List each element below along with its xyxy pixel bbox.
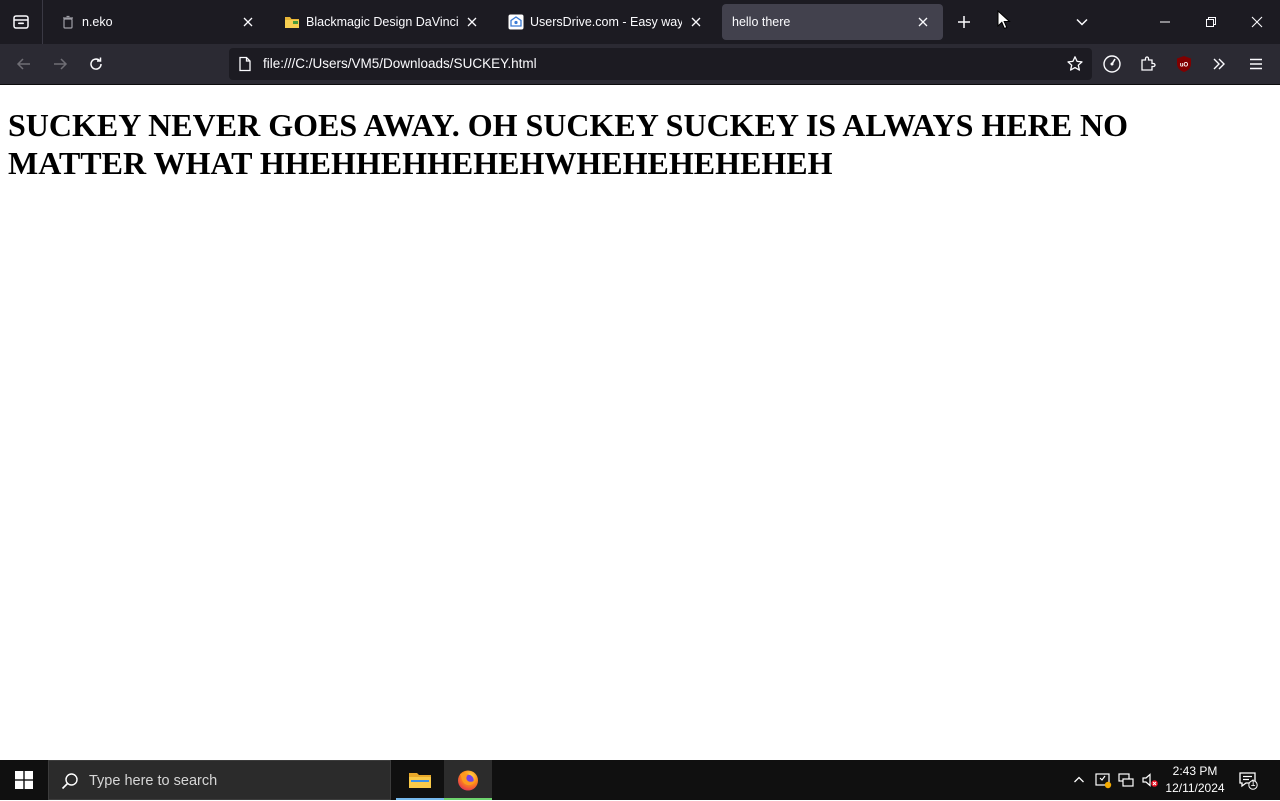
chevron-up-icon (1074, 776, 1084, 783)
taskbar-app-file-explorer[interactable] (396, 760, 444, 800)
forward-button[interactable] (44, 48, 76, 80)
speed-dial-icon (1103, 55, 1121, 73)
search-icon (61, 773, 78, 790)
minimize-icon (1160, 21, 1170, 23)
close-tab-icon[interactable] (238, 12, 258, 32)
reload-button[interactable] (80, 48, 112, 80)
tab-hello-there[interactable]: hello there (722, 4, 943, 40)
show-hidden-icons-button[interactable] (1069, 770, 1089, 790)
page-heading: SUCKEY NEVER GOES AWAY. OH SUCKEY SUCKEY… (8, 107, 1129, 181)
clock-date: 12/11/2024 (1165, 781, 1225, 795)
taskbar-app-firefox[interactable] (444, 760, 492, 800)
extension-button[interactable] (1096, 48, 1128, 80)
close-tab-icon[interactable] (462, 12, 482, 32)
tab-strip: n.eko Blackmagic Design DaVinci Res (0, 0, 1280, 44)
back-button[interactable] (8, 48, 40, 80)
search-placeholder: Type here to search (89, 773, 218, 789)
svg-text:uO: uO (1180, 63, 1189, 69)
tab-title: Blackmagic Design DaVinci Res (306, 15, 458, 29)
close-tab-icon[interactable] (913, 12, 933, 32)
tray-security-icon[interactable] (1093, 770, 1113, 790)
tab-title: n.eko (82, 15, 113, 29)
firefox-view-icon (13, 15, 29, 29)
taskbar-search-box[interactable]: Type here to search (48, 760, 391, 800)
trash-icon (60, 14, 76, 30)
tray-network-icon[interactable] (1116, 770, 1136, 790)
start-button[interactable] (0, 760, 48, 800)
windows-taskbar: Type here to search 2:43 PM 12/11/2024 1 (0, 760, 1280, 800)
app-menu-button[interactable] (1240, 48, 1272, 80)
back-arrow-icon (16, 58, 30, 70)
firefox-icon (458, 770, 478, 791)
page-content: SUCKEY NEVER GOES AWAY. OH SUCKEY SUCKEY… (0, 85, 1280, 760)
minimize-button[interactable] (1142, 0, 1188, 44)
firefox-view-button[interactable] (0, 0, 42, 44)
shield-warning-icon (1095, 773, 1112, 789)
mouse-cursor-icon (997, 10, 1011, 30)
file-explorer-icon (409, 773, 431, 788)
forward-arrow-icon (54, 58, 68, 70)
close-tab-icon[interactable] (686, 12, 706, 32)
url-text: file:///C:/Users/VM5/Downloads/SUCKEY.ht… (263, 56, 537, 71)
tray-volume-icon[interactable] (1140, 770, 1160, 790)
restore-button[interactable] (1188, 0, 1234, 44)
close-icon (1251, 16, 1263, 28)
more-tools-button[interactable] (1203, 48, 1235, 80)
tab-title: UsersDrive.com - Easy way to s (530, 15, 682, 29)
system-clock[interactable]: 2:43 PM 12/11/2024 (1160, 763, 1230, 797)
plus-icon (958, 16, 970, 28)
tab-usersdrive[interactable]: UsersDrive.com - Easy way to s (498, 4, 716, 40)
bookmark-star-icon[interactable] (1066, 55, 1084, 73)
action-center-button[interactable]: 1 (1238, 770, 1258, 790)
hamburger-menu-icon (1250, 58, 1262, 70)
list-all-tabs-button[interactable] (1066, 6, 1098, 38)
tab-neko[interactable]: n.eko (50, 4, 268, 40)
chevron-down-icon (1076, 18, 1088, 26)
clock-time: 2:43 PM (1172, 764, 1218, 778)
ublock-button[interactable]: uO (1168, 48, 1200, 80)
puzzle-icon (1141, 56, 1156, 71)
tab-davinci[interactable]: Blackmagic Design DaVinci Res (274, 4, 492, 40)
reload-icon (90, 57, 102, 70)
windows-logo-icon (15, 771, 33, 789)
volume-muted-icon (1142, 773, 1158, 787)
ublock-origin-icon: uO (1177, 56, 1191, 72)
new-tab-button[interactable] (948, 6, 980, 38)
url-bar[interactable]: file:///C:/Users/VM5/Downloads/SUCKEY.ht… (229, 48, 1092, 80)
network-icon (1118, 773, 1134, 787)
double-chevron-right-icon (1213, 58, 1225, 70)
notification-count: 1 (1250, 778, 1256, 788)
extensions-button[interactable] (1132, 48, 1164, 80)
tab-title: hello there (732, 15, 791, 29)
usersdrive-icon (508, 14, 524, 30)
tab-separator (42, 0, 43, 44)
navigation-toolbar: file:///C:/Users/VM5/Downloads/SUCKEY.ht… (0, 44, 1280, 84)
restore-icon (1206, 17, 1216, 27)
folder-icon (284, 14, 300, 30)
page-icon (239, 56, 251, 72)
close-window-button[interactable] (1234, 0, 1280, 44)
